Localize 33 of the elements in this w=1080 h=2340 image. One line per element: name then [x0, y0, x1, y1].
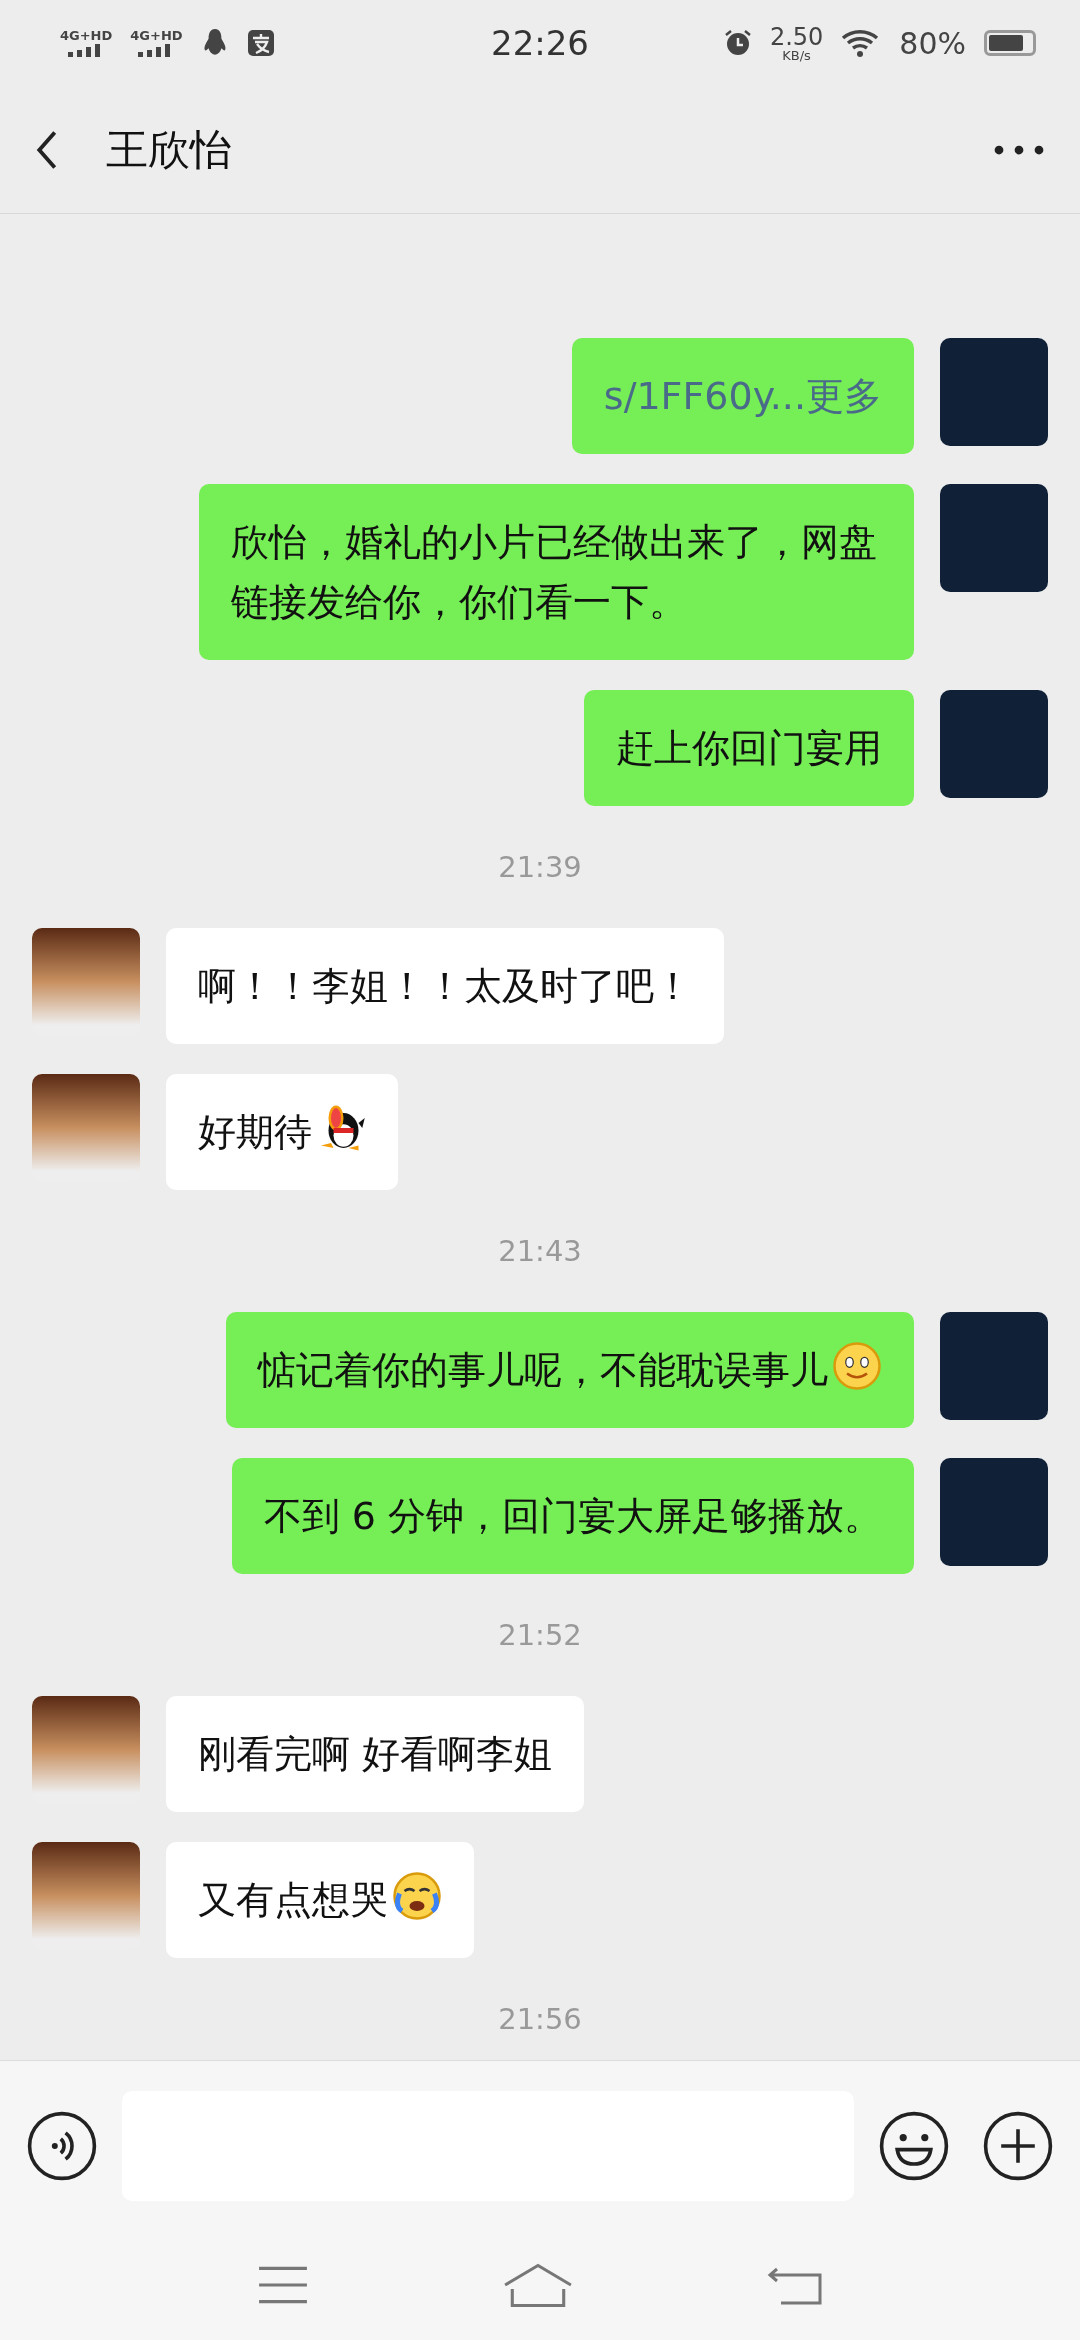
message-text: 欣怡，婚礼的小片已经做出来了，网盘链接发给你，你们看一下。 — [231, 519, 878, 626]
message-text: 惦记着你的事儿呢，不能耽误事儿 — [258, 1340, 882, 1400]
message-text: 又有点想哭 — [198, 1870, 442, 1930]
smiley-icon — [878, 2109, 950, 2182]
speed-unit: KB/s — [782, 48, 811, 62]
plus-icon — [982, 2109, 1054, 2182]
message-link[interactable]: s/1FF60y...更多 — [603, 366, 882, 426]
timestamp: 21:52 — [498, 1618, 582, 1652]
home-icon[interactable] — [502, 2262, 574, 2308]
chat-title: 王欣怡 — [106, 123, 233, 176]
crying-emoji-icon — [392, 1871, 442, 1921]
message-text: 赶上你回门宴用 — [616, 725, 882, 772]
voice-icon — [26, 2109, 98, 2182]
speed-value: 2.50 — [769, 24, 824, 49]
more-icon — [994, 144, 1044, 155]
message-text: 不到 6 分钟，回门宴大屏足够播放。 — [263, 1493, 882, 1540]
timestamp: 21:56 — [498, 2002, 582, 2036]
network-label: 4G+HD — [130, 29, 183, 43]
message-text: 好期待 — [198, 1102, 366, 1162]
back-nav-icon[interactable] — [767, 2265, 824, 2305]
payment-icon — [246, 28, 275, 58]
smiley-emoji-icon — [832, 1341, 882, 1391]
timestamp: 21:43 — [498, 1234, 582, 1268]
message-text: 刚看完啊 好看啊李姐 — [198, 1731, 553, 1778]
message-text: 啊！！李姐！！太及时了吧！ — [198, 963, 692, 1010]
clock: 22:26 — [491, 23, 589, 63]
timestamp: 21:39 — [498, 850, 582, 884]
network-label: 4G+HD — [60, 29, 113, 43]
battery-percent: 80% — [899, 25, 966, 61]
menu-icon[interactable] — [256, 2264, 309, 2306]
back-icon — [36, 129, 58, 170]
alarm-icon — [723, 28, 752, 58]
battery-icon — [984, 30, 1036, 56]
